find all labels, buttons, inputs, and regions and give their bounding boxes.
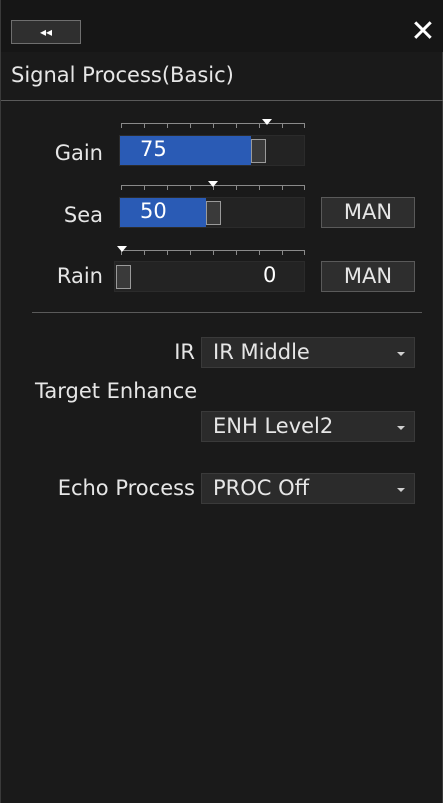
panel-title: Signal Process(Basic): [11, 63, 234, 87]
gain-label: Gain: [54, 141, 103, 165]
ir-selected-value: IR Middle: [213, 340, 310, 364]
chevron-down-icon: [397, 488, 405, 492]
gain-scale: [121, 119, 305, 131]
rain-slider-handle[interactable]: [116, 265, 131, 289]
rain-scale: [117, 246, 305, 258]
target-enhance-label: Target Enhance: [35, 379, 198, 403]
gain-slider-handle[interactable]: [251, 139, 266, 163]
rain-level-marker: [117, 246, 127, 252]
sea-label: Sea: [63, 203, 103, 227]
gain-slider[interactable]: 75: [119, 135, 305, 166]
target-enhance-selected-value: ENH Level2: [213, 414, 334, 438]
sea-slider[interactable]: 50: [119, 197, 305, 228]
close-button[interactable]: ✕: [406, 16, 440, 48]
section-divider: [32, 312, 422, 313]
sea-mode-button[interactable]: MAN: [321, 197, 415, 228]
echo-process-selected-value: PROC Off: [213, 476, 310, 500]
collapse-button[interactable]: ◂◂: [11, 20, 81, 44]
title-divider: [1, 100, 443, 101]
rain-mode-button[interactable]: MAN: [321, 261, 415, 292]
echo-process-label: Echo Process: [57, 476, 195, 500]
double-left-arrow-icon: ◂◂: [39, 25, 53, 39]
sea-value: 50: [140, 199, 167, 223]
chevron-down-icon: [397, 426, 405, 430]
rain-value: 0: [263, 263, 277, 287]
sea-level-marker: [208, 181, 218, 187]
panel-header: ◂◂ ✕: [1, 0, 443, 52]
sea-slider-handle[interactable]: [206, 201, 221, 225]
gain-level-marker: [262, 119, 272, 125]
close-icon: ✕: [410, 14, 436, 49]
ir-label: IR: [174, 340, 195, 364]
rain-slider[interactable]: 0: [114, 261, 305, 292]
rain-label: Rain: [56, 264, 103, 288]
sea-scale: [121, 181, 305, 193]
echo-process-dropdown[interactable]: PROC Off: [201, 473, 415, 504]
target-enhance-dropdown[interactable]: ENH Level2: [201, 411, 415, 442]
chevron-down-icon: [397, 352, 405, 356]
gain-value: 75: [140, 137, 167, 161]
signal-process-panel: ◂◂ ✕ Signal Process(Basic) Gain 75 Sea 5…: [0, 0, 443, 803]
ir-dropdown[interactable]: IR Middle: [201, 337, 415, 368]
